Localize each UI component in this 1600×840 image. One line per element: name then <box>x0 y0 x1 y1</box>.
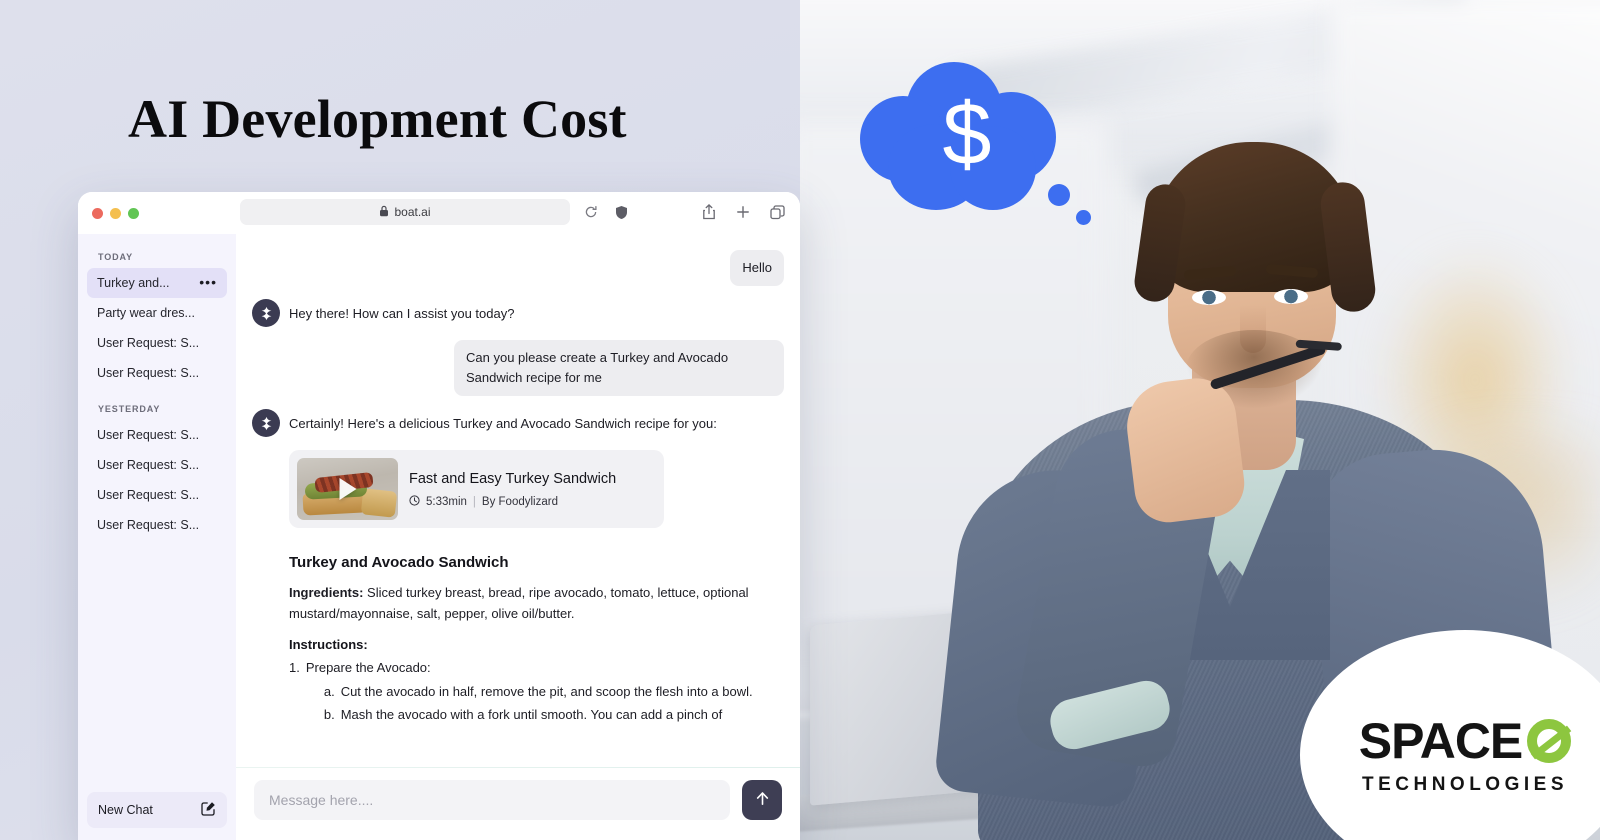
toolbar-right-icons <box>694 199 792 225</box>
photo-hand <box>1121 373 1249 527</box>
sidebar-item-label: User Request: S... <box>97 458 200 472</box>
meta-separator: | <box>472 495 476 508</box>
substep-text: Cut the avocado in half, remove the pit,… <box>340 684 753 700</box>
substep-letter: b. <box>323 707 335 723</box>
sidebar-item-user-request-4[interactable]: User Request: S... <box>87 450 227 480</box>
chat-sidebar: TODAY Turkey and... ••• Party wear dres.… <box>78 234 236 840</box>
message-thread: Hello Hey there! How can I assist you to… <box>236 234 800 768</box>
assistant-avatar <box>252 409 280 438</box>
plus-icon[interactable] <box>728 199 758 225</box>
message-composer <box>236 768 800 840</box>
substep-text: Mash the avocado with a fork until smoot… <box>340 707 723 723</box>
composer-divider <box>236 767 800 768</box>
recipe-content: Turkey and Avocado Sandwich Ingredients:… <box>252 541 784 727</box>
play-icon[interactable] <box>339 478 356 501</box>
share-icon[interactable] <box>694 199 724 225</box>
zoom-window-button[interactable] <box>128 207 139 219</box>
sidebar-item-user-request-3[interactable]: User Request: S... <box>87 420 227 450</box>
reload-icon[interactable] <box>576 199 606 225</box>
assistant-message-text: Certainly! Here's a delicious Turkey and… <box>289 416 717 432</box>
page-title: AI Development Cost <box>128 89 627 149</box>
logo-wordmark: SPACE <box>1359 712 1572 770</box>
assistant-message-text: Hey there! How can I assist you today? <box>289 306 515 322</box>
instruction-step: 1. Prepare the Avocado: a. Cut the avoca… <box>289 658 780 728</box>
ingredients-label: Ingredients: <box>289 585 364 601</box>
video-meta: 5:33min | By Foodylizard <box>409 495 616 509</box>
video-title: Fast and Easy Turkey Sandwich <box>409 470 617 487</box>
sidebar-item-label: Turkey and... <box>97 276 170 290</box>
instructions-label: Instructions: <box>289 636 368 652</box>
thought-bubble: $ <box>858 62 1108 225</box>
thumb-bread-side <box>360 488 398 519</box>
sidebar-item-user-request-2[interactable]: User Request: S... <box>87 358 227 388</box>
logo-name: SPACE <box>1358 713 1524 769</box>
close-window-button[interactable] <box>92 207 103 219</box>
user-message-bubble: Hello <box>730 250 784 287</box>
substep: b. Mash the avocado with a fork until sm… <box>306 705 753 726</box>
browser-content: TODAY Turkey and... ••• Party wear dres.… <box>78 234 800 840</box>
sidebar-item-user-request-6[interactable]: User Request: S... <box>87 510 227 540</box>
browser-titlebar: boat.ai <box>78 192 800 234</box>
bubble-dot-large <box>1048 184 1070 206</box>
sidebar-item-turkey-and[interactable]: Turkey and... ••• <box>87 268 227 298</box>
message-row-assistant-recipe: Certainly! Here's a delicious Turkey and… <box>252 409 784 438</box>
video-duration: 5:33min <box>426 495 467 508</box>
dollar-sign-icon: $ <box>942 84 992 183</box>
minimize-window-button[interactable] <box>110 207 121 219</box>
logo-tagline: TECHNOLOGIES <box>1361 774 1568 795</box>
sidebar-item-label: User Request: S... <box>97 518 200 532</box>
photo-eye-left <box>1192 290 1226 305</box>
video-thumbnail[interactable] <box>297 458 398 521</box>
more-options-icon[interactable]: ••• <box>199 276 217 289</box>
sidebar-item-label: User Request: S... <box>97 488 200 502</box>
bubble-dot-small <box>1076 210 1091 225</box>
message-row-user-request: Can you please create a Turkey and Avoca… <box>252 340 784 397</box>
substep-list: a. Cut the avocado in half, remove the p… <box>306 682 753 726</box>
photo-hair <box>1152 142 1356 292</box>
window-traffic-lights <box>92 207 139 219</box>
new-chat-button[interactable]: New Chat <box>87 792 227 828</box>
clock-icon <box>409 495 420 509</box>
step-text: Prepare the Avocado: <box>305 659 431 675</box>
user-message-bubble: Can you please create a Turkey and Avoca… <box>454 340 784 397</box>
compose-icon <box>201 801 216 819</box>
recipe-ingredients: Ingredients: Sliced turkey breast, bread… <box>289 582 780 624</box>
send-button[interactable] <box>742 780 782 820</box>
new-chat-label: New Chat <box>98 803 153 817</box>
sidebar-item-user-request-1[interactable]: User Request: S... <box>87 328 227 358</box>
sidebar-group-label-yesterday: YESTERDAY <box>98 404 161 414</box>
sidebar-item-label: Party wear dres... <box>97 306 195 320</box>
o-slash-mark-icon <box>1527 719 1572 763</box>
toolbar-left-icons <box>576 199 636 225</box>
tab-overview-icon[interactable] <box>762 199 792 225</box>
message-input[interactable] <box>254 780 730 820</box>
chat-panel: Hello Hey there! How can I assist you to… <box>236 234 800 840</box>
address-bar-text: boat.ai <box>394 205 431 219</box>
recipe-heading: Turkey and Avocado Sandwich <box>289 554 509 572</box>
substep: a. Cut the avocado in half, remove the p… <box>306 682 753 703</box>
sidebar-group-label-today: TODAY <box>98 252 134 262</box>
sidebar-item-label: User Request: S... <box>97 336 200 350</box>
step-body: Prepare the Avocado: a. Cut the avocado … <box>306 658 753 728</box>
sidebar-item-label: User Request: S... <box>97 366 200 380</box>
video-author: By Foodylizard <box>481 495 558 508</box>
message-row-user-hello: Hello <box>252 250 784 287</box>
sidebar-item-user-request-5[interactable]: User Request: S... <box>87 480 227 510</box>
message-row-assistant-greeting: Hey there! How can I assist you today? <box>252 299 784 328</box>
sidebar-item-label: User Request: S... <box>97 428 200 442</box>
assistant-avatar <box>252 299 280 328</box>
shield-icon[interactable] <box>606 199 636 225</box>
instructions-list: 1. Prepare the Avocado: a. Cut the avoca… <box>289 658 780 728</box>
address-bar[interactable]: boat.ai <box>240 199 570 225</box>
step-number: 1. <box>289 659 300 675</box>
sidebar-item-party-wear-dress[interactable]: Party wear dres... <box>87 298 227 328</box>
substep-letter: a. <box>323 684 335 700</box>
photo-eye-right <box>1274 289 1308 304</box>
browser-window: boat.ai TODAY Turkey and... ••• Party we… <box>78 192 800 840</box>
video-card[interactable]: Fast and Easy Turkey Sandwich 5:33min | … <box>289 450 664 529</box>
video-card-info: Fast and Easy Turkey Sandwich 5:33min | … <box>409 470 616 509</box>
lock-icon <box>379 205 389 220</box>
arrow-up-icon <box>754 790 771 810</box>
